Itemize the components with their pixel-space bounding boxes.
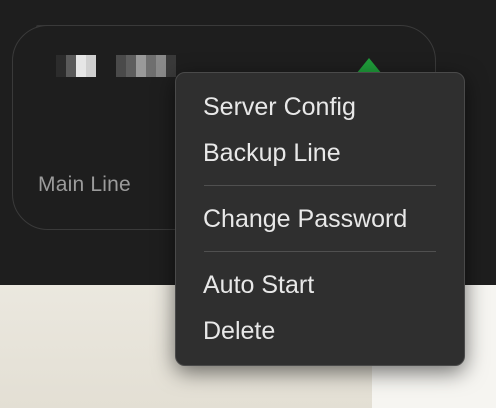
menu-item-server-config[interactable]: Server Config [176,87,464,133]
menu-item-change-password[interactable]: Change Password [176,199,464,245]
redacted-address-block [116,55,176,77]
menu-item-backup-line[interactable]: Backup Line [176,133,464,179]
context-menu: Server Config Backup Line Change Passwor… [175,72,465,366]
menu-item-delete[interactable]: Delete [176,311,464,357]
menu-separator [204,251,436,252]
card-label-main-line: Main Line [38,173,131,196]
menu-item-auto-start[interactable]: Auto Start [176,265,464,311]
redacted-name-block [56,55,96,77]
menu-separator [204,185,436,186]
